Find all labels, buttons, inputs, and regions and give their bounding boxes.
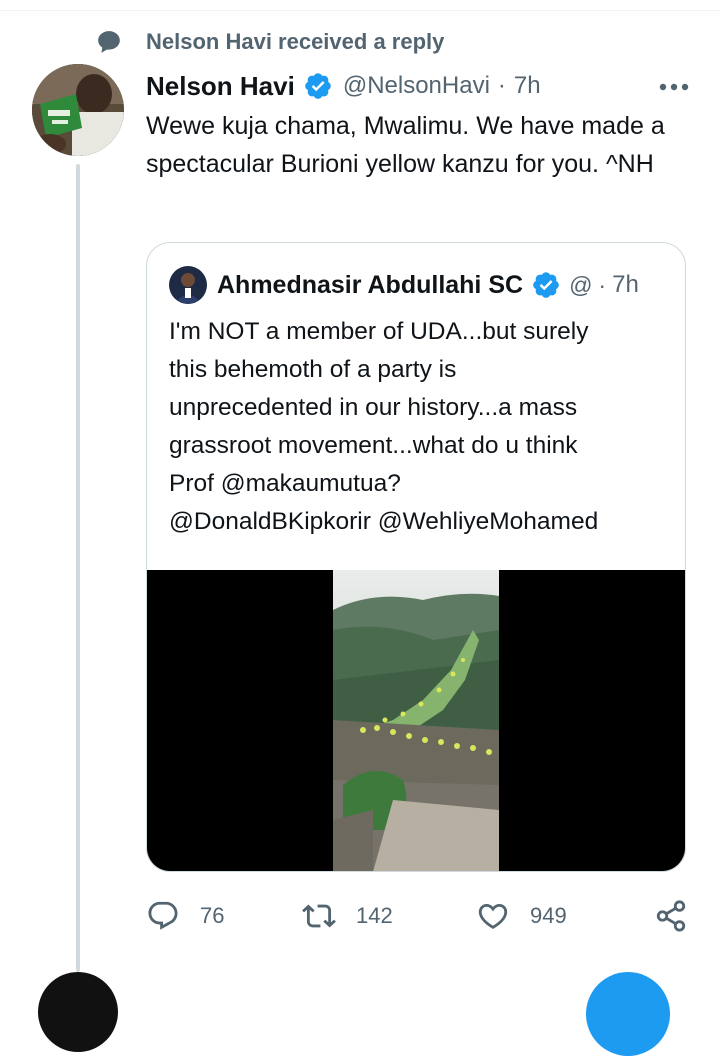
- reply-count: 76: [200, 903, 225, 928]
- retweet-count: 142: [356, 903, 393, 928]
- quoted-tweet-time: 7h: [612, 271, 639, 298]
- more-button[interactable]: [656, 72, 692, 102]
- compose-tweet-button[interactable]: [586, 972, 670, 1056]
- quoted-author-avatar: [169, 266, 207, 304]
- quoted-tweet[interactable]: Ahmednasir Abdullahi SC @ · 7h I'm NOT a…: [146, 242, 686, 872]
- more-icon: [659, 83, 689, 91]
- like-count: 949: [530, 903, 567, 928]
- quoted-text-line: unprecedented in our history...a mass: [169, 394, 578, 421]
- action-bar: 76 142 949: [146, 896, 692, 936]
- retweet-icon: [302, 904, 336, 928]
- quoted-author-name: Ahmednasir Abdullahi SC: [217, 270, 524, 299]
- social-context-text: Nelson Havi received a reply: [146, 29, 445, 54]
- quoted-author-handle: @: [569, 271, 593, 298]
- share-icon: [656, 900, 686, 932]
- author-avatar[interactable]: [32, 64, 124, 156]
- author-avatar-image: [32, 64, 124, 156]
- reply-icon: [148, 901, 178, 930]
- quoted-text-line: @DonaldBKipkorir @WehliyeMohamed: [169, 508, 599, 535]
- reply-button[interactable]: 76: [146, 896, 224, 936]
- quoted-text-line: I'm NOT a member of UDA...but surely: [169, 318, 589, 345]
- verified-badge-icon: [305, 73, 331, 99]
- quoted-text-line: Prof @makaumutua?: [169, 470, 401, 497]
- dot-separator: ·: [598, 271, 607, 298]
- retweet-button[interactable]: 142: [302, 896, 393, 936]
- comment-bubble-icon: [98, 31, 120, 53]
- top-divider: [0, 10, 720, 11]
- author-handle[interactable]: @NelsonHavi: [343, 72, 490, 100]
- video-thumbnail: [333, 570, 499, 871]
- quoted-tweet-text: I'm NOT a member of UDA...but surely thi…: [169, 313, 669, 541]
- dot-separator: ·: [497, 72, 506, 99]
- tweet-text: Wewe kuja chama, Mwalimu. We have made a…: [146, 112, 665, 178]
- like-icon: [478, 903, 508, 929]
- quoted-text-line: grassroot movement...what do u think: [169, 432, 578, 459]
- quoted-text-line: this behemoth of a party is: [169, 356, 457, 383]
- verified-badge-icon: [533, 272, 559, 298]
- thread-line: [76, 164, 80, 972]
- next-tweet-avatar[interactable]: [38, 972, 118, 1052]
- video-player[interactable]: [147, 570, 685, 871]
- tweet-time[interactable]: 7h: [514, 72, 541, 100]
- tweet-header: Nelson Havi @NelsonHavi · 7h: [146, 66, 692, 106]
- quoted-tweet-header: Ahmednasir Abdullahi SC @ · 7h: [169, 265, 669, 305]
- social-context: Nelson Havi received a reply: [96, 28, 444, 56]
- author-name[interactable]: Nelson Havi: [146, 71, 295, 102]
- like-button[interactable]: 949: [476, 896, 567, 936]
- share-button[interactable]: [654, 896, 688, 936]
